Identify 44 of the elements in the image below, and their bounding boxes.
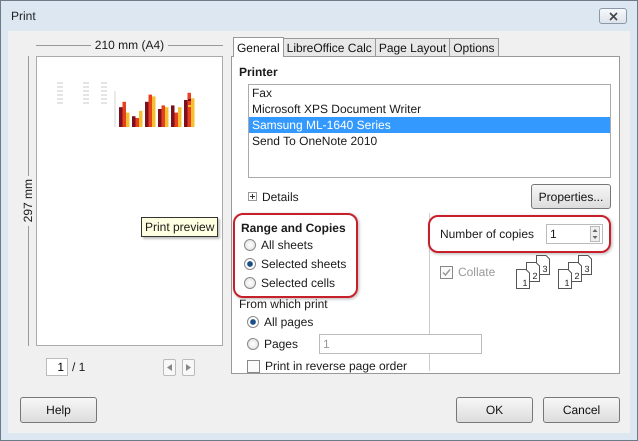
radio-button[interactable] [244, 276, 256, 288]
help-button[interactable]: Help [20, 397, 97, 423]
printer-item[interactable]: Send To OneNote 2010 [248, 133, 610, 149]
previous-page-button[interactable] [162, 358, 176, 376]
radio-button[interactable] [246, 316, 259, 328]
radio-button[interactable] [246, 338, 259, 350]
left-triangle-icon [166, 364, 172, 370]
tab[interactable]: General [232, 37, 284, 57]
window-title: Print [11, 9, 36, 23]
copies-label: Number of copies [440, 227, 534, 241]
close-icon [608, 12, 618, 20]
range-heading: Range and Copies [240, 221, 346, 235]
option-label: All sheets [260, 238, 313, 252]
printer-item[interactable]: Microsoft XPS Document Writer [248, 101, 610, 117]
cancel-button[interactable]: Cancel [543, 397, 620, 423]
checkbox[interactable] [246, 360, 260, 372]
printer-item[interactable]: Fax [248, 85, 610, 101]
tooltip: Print preview [141, 217, 218, 237]
copies-spin-field[interactable]: 1 [546, 224, 603, 244]
page-width-label: 210 mm (A4) [94, 38, 164, 52]
tab[interactable]: LibreOffice Calc [282, 38, 376, 57]
printer-heading: Printer [238, 65, 279, 79]
plus-box-icon [248, 192, 257, 201]
page-total-label: / 1 [72, 360, 86, 374]
spin-arrows-icon [590, 226, 600, 242]
option-label: All pages [264, 315, 314, 329]
radio-button[interactable] [244, 258, 256, 270]
option-label: Selected cells [260, 276, 335, 290]
right-triangle-icon [186, 364, 191, 370]
radio-button[interactable] [244, 238, 256, 250]
page-number-field[interactable]: 1 [46, 358, 68, 376]
checkbox-label: Collate [458, 265, 496, 279]
option-label: Selected sheets [260, 256, 346, 270]
from-which-heading: From which print [238, 297, 329, 311]
properties-button[interactable]: Properties... [531, 184, 611, 209]
tab[interactable]: Options [449, 38, 499, 57]
details-expander[interactable]: Details [248, 190, 299, 204]
next-page-button[interactable] [182, 358, 195, 376]
tab[interactable]: Page Layout [374, 38, 450, 57]
checkbox-label: Print in reverse page order [264, 359, 408, 373]
ok-button[interactable]: OK [456, 397, 533, 423]
close-button[interactable] [599, 8, 627, 24]
option-label: Pages [264, 337, 298, 351]
page-height-label: 297 mm [21, 179, 35, 223]
